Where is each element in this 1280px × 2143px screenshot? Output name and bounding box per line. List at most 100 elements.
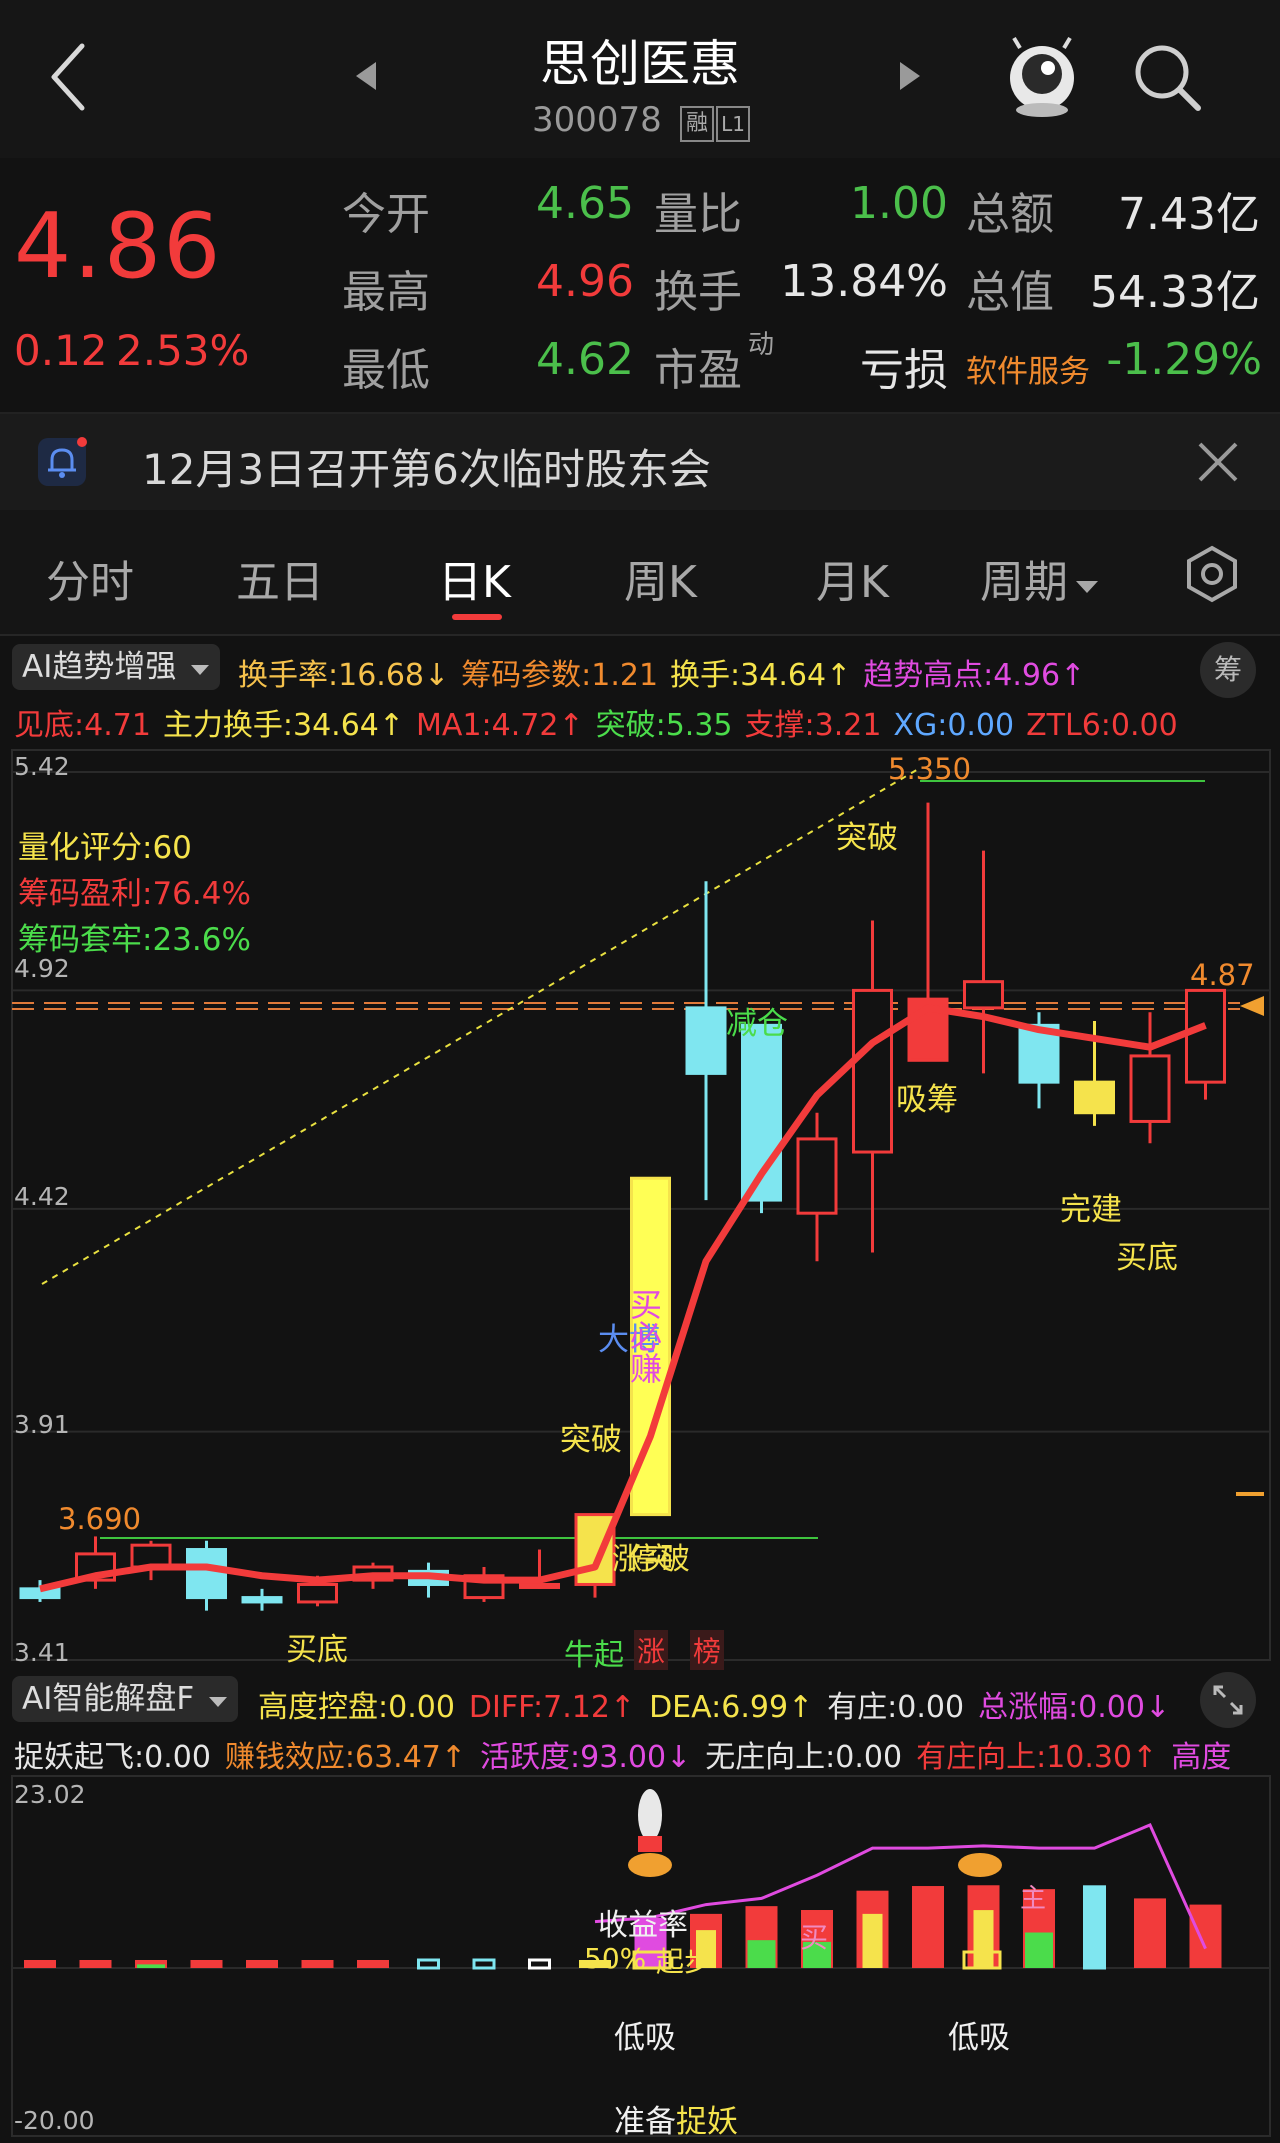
tab-period[interactable]: 周期	[980, 546, 1100, 610]
open-label: 今开	[342, 189, 430, 240]
sub-bar-2	[135, 1960, 167, 1968]
chevron-down-icon	[1076, 581, 1098, 593]
sub-indicator-value-3: 有庄:0.00	[827, 1690, 965, 1725]
chip-button[interactable]: 筹	[1200, 642, 1256, 698]
candle-body-4	[241, 1596, 283, 1604]
sub-indicator-value-1: DIFF:7.12↑	[468, 1690, 636, 1725]
sub-bar-body-1	[79, 1960, 112, 1968]
low-price-label: 3.690	[58, 1502, 142, 1536]
sub-bar-3	[190, 1960, 223, 1968]
dropdown-arrow-icon	[191, 665, 210, 675]
y-tick-1: 5.42	[14, 752, 70, 781]
candle-16	[907, 802, 949, 1062]
sub-bar-1	[79, 1960, 112, 1968]
sub-bar-17	[967, 1885, 1000, 1968]
settings-icon[interactable]	[1182, 544, 1242, 604]
tab-monthly-k[interactable]: 月K	[816, 546, 889, 610]
header-bar: 思创医惠 300078 融 L1	[0, 0, 1280, 158]
quote-panel: 4.86 0.12 2.53% 今开 4.65 最高 4.96 最低 4.62 …	[0, 158, 1280, 414]
turnover-label: 换手	[654, 267, 742, 318]
annotation-rise-badge: 涨	[634, 1630, 669, 1670]
candle-13	[741, 1023, 782, 1214]
quant-score: 量化评分:60	[18, 830, 192, 866]
main-indicator-name: AI趋势增强	[22, 649, 177, 685]
main-indicator-value-1: 筹码参数:1.21	[461, 658, 659, 693]
sub-indicator-value-2: DEA:6.99↑	[649, 1690, 814, 1725]
search-icon[interactable]	[1132, 42, 1204, 114]
annotation-buy-3: 赚	[630, 1350, 663, 1388]
main-indicator-values-row2: 见底:4.71 主力换手:34.64↑ MA1:4.72↑ 突破:5.35 支撑:3.2…	[14, 700, 1190, 744]
sub-indicator-value-4: 总涨幅:0.00↓	[978, 1690, 1171, 1725]
candle-12	[685, 881, 727, 1201]
sub-bar-body-7	[417, 1958, 440, 1970]
level-badge: L1	[716, 106, 750, 142]
candle-body-21	[1185, 988, 1226, 1084]
close-icon[interactable]	[1196, 440, 1240, 484]
notice-text[interactable]: 12月3日召开第6次临时股东会	[142, 436, 711, 497]
sub-indicator-name: AI智能解盘F	[22, 1681, 195, 1717]
sub-bar-body-5	[301, 1960, 334, 1968]
period-tabs: 分时 五日 日K 周K 月K 周期	[0, 510, 1280, 636]
label-ready: 准备	[614, 2104, 676, 2140]
active-tab-indicator	[452, 614, 502, 620]
sub-bar-4	[246, 1960, 278, 1968]
sector-name[interactable]: 软件服务	[966, 346, 1090, 391]
sub-bar-body-20	[1134, 1898, 1166, 1968]
y-tick-4: 3.91	[14, 1410, 70, 1439]
annotation-bull-rise: 牛起	[564, 1638, 624, 1673]
pe-value: 亏损	[860, 345, 948, 396]
candle-3	[186, 1540, 227, 1611]
high-value: 4.96	[536, 256, 634, 307]
tab-five-day[interactable]: 五日	[236, 546, 324, 610]
main-indicator-value2-3: 突破:5.35	[595, 708, 733, 743]
sub-indicator-selector[interactable]: AI智能解盘F	[12, 1676, 239, 1722]
mascot-icon[interactable]	[1004, 34, 1080, 120]
bell-icon	[38, 437, 87, 486]
ma-line	[39, 1004, 1207, 1593]
main-indicator-selector[interactable]: AI趋势增强	[12, 644, 221, 690]
annotation-absorb: 吸筹	[896, 1082, 958, 1118]
sub-bar-body-0	[24, 1960, 56, 1968]
sub-y-max: 23.02	[14, 1780, 86, 1809]
y-tick-5: 3.41	[14, 1638, 70, 1667]
sub-bar-16	[912, 1886, 944, 1968]
sub-bar-20	[1134, 1898, 1166, 1968]
price-change-pct: 2.53%	[116, 326, 250, 375]
label-start: 起步	[656, 1945, 713, 1978]
sub-bar-body-4	[246, 1960, 278, 1968]
annotation-reduce: 减仓	[726, 1006, 788, 1042]
annotation-limit-up: 涨停突破	[612, 1542, 690, 1577]
candle-body-14	[796, 1137, 838, 1215]
tab-intraday[interactable]: 分时	[46, 546, 134, 610]
candle-21	[1185, 988, 1226, 1100]
tab-weekly-k[interactable]: 周K	[624, 546, 697, 610]
candle-8	[463, 1567, 505, 1602]
tab-daily-k[interactable]: 日K	[438, 546, 511, 610]
candle-body-15	[852, 988, 893, 1154]
candle-4	[241, 1588, 283, 1611]
main-indicator-value2-4: 支撑:3.21	[744, 708, 882, 743]
expand-button[interactable]	[1200, 1672, 1256, 1728]
sub-bar-inner-15	[862, 1913, 883, 1968]
sub-bar-13	[745, 1906, 778, 1968]
annotation-buy-bottom-right: 买底	[1116, 1240, 1178, 1276]
notice-bar[interactable]: 12月3日召开第6次临时股东会	[0, 414, 1280, 510]
price-change: 0.12	[14, 326, 108, 375]
mcap-value: 54.33亿	[1090, 267, 1260, 318]
dropdown-arrow-icon	[209, 1697, 228, 1707]
prev-stock-icon[interactable]	[354, 60, 378, 92]
candle-17	[963, 850, 1004, 1074]
sub-bar-body-9	[528, 1958, 551, 1970]
main-indicator-value2-5: XG:0.00	[893, 708, 1015, 743]
sub-bar-9	[528, 1958, 551, 1970]
sub-bar-body-8	[472, 1958, 496, 1970]
high-label: 最高	[342, 267, 430, 318]
back-arrow-icon[interactable]	[48, 42, 88, 112]
sub-bar-body-21	[1189, 1904, 1222, 1968]
label-main: 主	[1020, 1884, 1047, 1914]
sub-bar-6	[357, 1960, 389, 1968]
next-stock-icon[interactable]	[898, 60, 922, 92]
chip-profit: 筹码盈利:76.4%	[18, 876, 251, 912]
main-indicator-value-0: 换手率:16.68↓	[238, 658, 450, 693]
candle-15	[852, 920, 893, 1253]
